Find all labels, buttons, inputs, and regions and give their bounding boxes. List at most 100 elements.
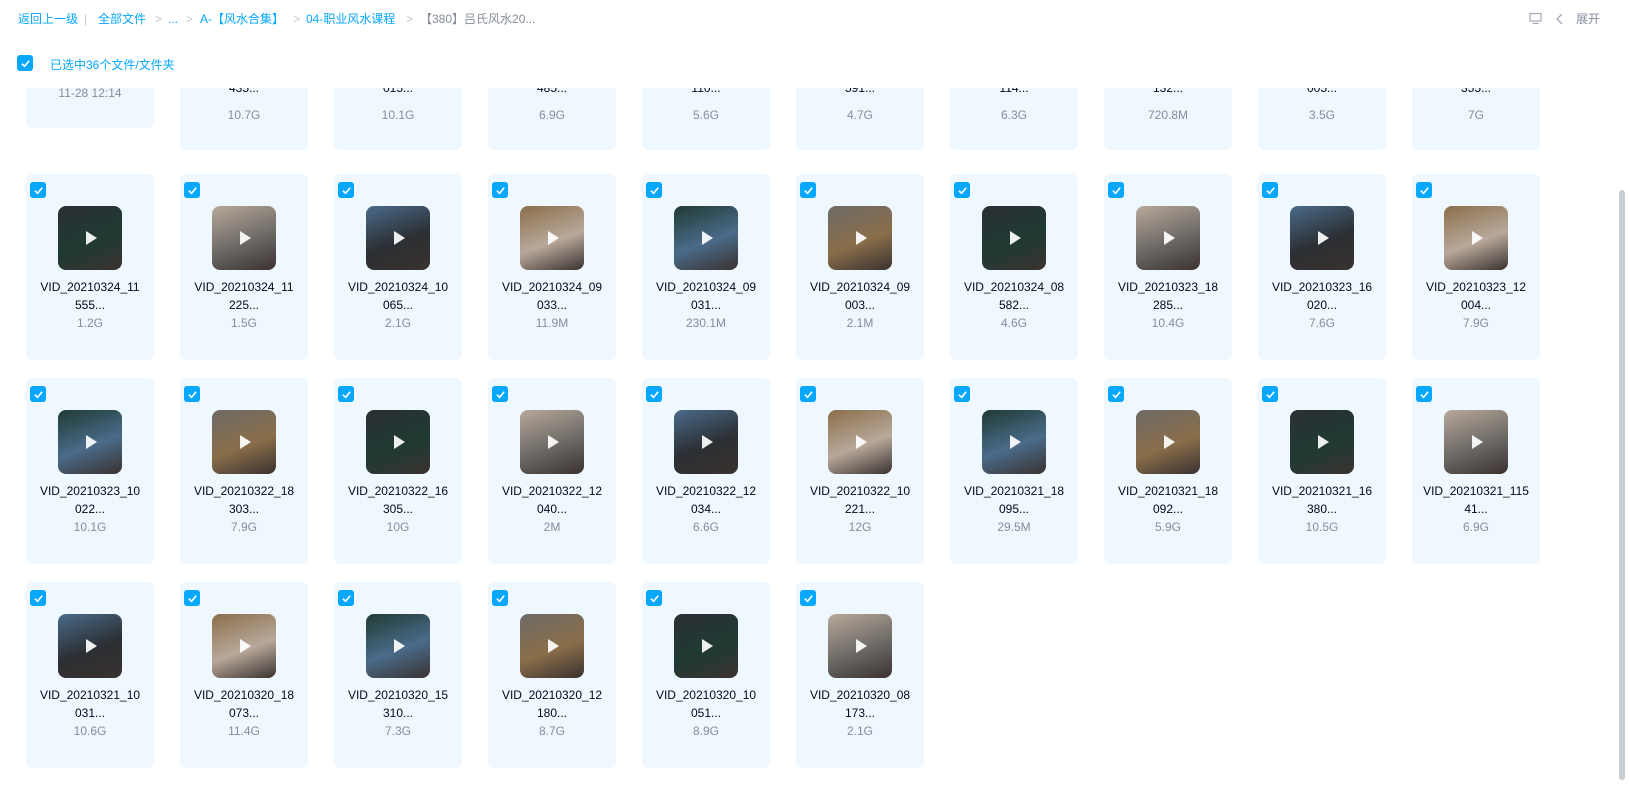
- file-card[interactable]: VID_20210322_12 040... 2M: [488, 378, 616, 564]
- breadcrumb-folder-fengshui[interactable]: A-【风水合集】: [200, 11, 284, 27]
- file-checkbox[interactable]: [184, 590, 200, 606]
- video-thumbnail[interactable]: [212, 410, 276, 474]
- file-card[interactable]: VID_20210323_12 004... 7.9G: [1412, 174, 1540, 360]
- file-card[interactable]: VID_20210324_09 031... 230.1M: [642, 174, 770, 360]
- file-checkbox[interactable]: [492, 182, 508, 198]
- file-card[interactable]: VID_20210321_115 41... 6.9G: [1412, 378, 1540, 564]
- file-card[interactable]: VID_20210320_12 180... 8.7G: [488, 582, 616, 768]
- file-card[interactable]: VID_20210322_12 034... 6.6G: [642, 378, 770, 564]
- file-card[interactable]: VID_20210324_11 555... 1.2G: [26, 174, 154, 360]
- file-checkbox[interactable]: [30, 590, 46, 606]
- file-checkbox[interactable]: [492, 386, 508, 402]
- file-card[interactable]: VID_20210322_16 305... 10G: [334, 378, 462, 564]
- video-thumbnail[interactable]: [366, 614, 430, 678]
- file-checkbox[interactable]: [492, 590, 508, 606]
- breadcrumb-all-files[interactable]: 全部文件: [98, 11, 146, 27]
- file-card[interactable]: VID_20210324_09 033... 11.9M: [488, 174, 616, 360]
- file-card[interactable]: VID_20210321_10 031... 10.6G: [26, 582, 154, 768]
- file-checkbox[interactable]: [338, 182, 354, 198]
- file-card[interactable]: VID_20210320_08 173... 2.1G: [796, 582, 924, 768]
- file-checkbox[interactable]: [1416, 182, 1432, 198]
- file-card[interactable]: VID_20210324_10 065... 2.1G: [334, 174, 462, 360]
- file-card[interactable]: VID_20210324_09 003... 2.1M: [796, 174, 924, 360]
- file-checkbox[interactable]: [646, 182, 662, 198]
- video-thumbnail[interactable]: [58, 614, 122, 678]
- file-card[interactable]: 114... 6.3G: [950, 88, 1078, 150]
- video-thumbnail[interactable]: [520, 206, 584, 270]
- file-card[interactable]: 355... 7G: [1412, 88, 1540, 150]
- video-thumbnail[interactable]: [366, 410, 430, 474]
- file-card[interactable]: 132... 720.8M: [1104, 88, 1232, 150]
- video-thumbnail[interactable]: [674, 614, 738, 678]
- video-thumbnail[interactable]: [1444, 410, 1508, 474]
- file-checkbox[interactable]: [30, 182, 46, 198]
- file-card[interactable]: VID_20210322_10 221... 12G: [796, 378, 924, 564]
- video-thumbnail[interactable]: [1136, 410, 1200, 474]
- video-thumbnail[interactable]: [982, 206, 1046, 270]
- video-thumbnail[interactable]: [212, 206, 276, 270]
- file-checkbox[interactable]: [800, 386, 816, 402]
- selection-bar: 已选中36个文件/文件夹: [0, 50, 1630, 78]
- video-thumbnail[interactable]: [520, 410, 584, 474]
- video-thumbnail[interactable]: [828, 410, 892, 474]
- select-all-checkbox[interactable]: [17, 55, 33, 71]
- expand-button[interactable]: 展开: [1576, 10, 1600, 27]
- video-thumbnail[interactable]: [366, 206, 430, 270]
- file-checkbox[interactable]: [800, 182, 816, 198]
- video-thumbnail[interactable]: [520, 614, 584, 678]
- file-checkbox[interactable]: [338, 386, 354, 402]
- file-card[interactable]: 485... 6.9G: [488, 88, 616, 150]
- video-thumbnail[interactable]: [1290, 410, 1354, 474]
- file-card[interactable]: 11-28 12:14: [26, 88, 154, 128]
- file-card[interactable]: 005... 3.5G: [1258, 88, 1386, 150]
- video-thumbnail[interactable]: [982, 410, 1046, 474]
- file-checkbox[interactable]: [1108, 182, 1124, 198]
- file-card[interactable]: VID_20210321_16 380... 10.5G: [1258, 378, 1386, 564]
- video-thumbnail[interactable]: [1290, 206, 1354, 270]
- back-link[interactable]: 返回上一级: [18, 11, 78, 27]
- file-card[interactable]: VID_20210322_18 303... 7.9G: [180, 378, 308, 564]
- video-thumbnail[interactable]: [212, 614, 276, 678]
- file-checkbox[interactable]: [30, 386, 46, 402]
- file-card[interactable]: VID_20210323_16 020... 7.6G: [1258, 174, 1386, 360]
- file-checkbox[interactable]: [954, 182, 970, 198]
- file-card[interactable]: VID_20210321_18 092... 5.9G: [1104, 378, 1232, 564]
- video-thumbnail[interactable]: [1444, 206, 1508, 270]
- video-thumbnail[interactable]: [828, 614, 892, 678]
- file-card[interactable]: 435... 10.7G: [180, 88, 308, 150]
- file-card[interactable]: VID_20210323_18 285... 10.4G: [1104, 174, 1232, 360]
- video-thumbnail[interactable]: [674, 410, 738, 474]
- video-thumbnail[interactable]: [58, 410, 122, 474]
- file-checkbox[interactable]: [1416, 386, 1432, 402]
- breadcrumb-ellipsis[interactable]: ...: [168, 11, 178, 27]
- chevron-right-icon: >: [406, 12, 414, 26]
- video-thumbnail[interactable]: [828, 206, 892, 270]
- file-checkbox[interactable]: [646, 386, 662, 402]
- file-checkbox[interactable]: [954, 386, 970, 402]
- file-card[interactable]: 110... 5.6G: [642, 88, 770, 150]
- file-checkbox[interactable]: [800, 590, 816, 606]
- file-card[interactable]: VID_20210324_11 225... 1.5G: [180, 174, 308, 360]
- file-card[interactable]: VID_20210323_10 022... 10.1G: [26, 378, 154, 564]
- file-card[interactable]: 591... 4.7G: [796, 88, 924, 150]
- file-card[interactable]: VID_20210320_10 051... 8.9G: [642, 582, 770, 768]
- file-checkbox[interactable]: [338, 590, 354, 606]
- file-card[interactable]: VID_20210320_18 073... 11.4G: [180, 582, 308, 768]
- file-checkbox[interactable]: [184, 182, 200, 198]
- file-checkbox[interactable]: [1262, 182, 1278, 198]
- file-card[interactable]: VID_20210324_08 582... 4.6G: [950, 174, 1078, 360]
- vertical-scrollbar[interactable]: [1619, 190, 1625, 780]
- file-checkbox[interactable]: [646, 590, 662, 606]
- file-card[interactable]: VID_20210320_15 310... 7.3G: [334, 582, 462, 768]
- breadcrumb-folder-course[interactable]: 04-职业风水课程: [306, 11, 395, 27]
- chevron-left-icon[interactable]: [1552, 11, 1568, 27]
- file-card[interactable]: VID_20210321_18 095... 29.5M: [950, 378, 1078, 564]
- monitor-icon[interactable]: [1528, 11, 1544, 27]
- file-checkbox[interactable]: [184, 386, 200, 402]
- video-thumbnail[interactable]: [58, 206, 122, 270]
- file-card[interactable]: 015... 10.1G: [334, 88, 462, 150]
- file-checkbox[interactable]: [1108, 386, 1124, 402]
- video-thumbnail[interactable]: [674, 206, 738, 270]
- video-thumbnail[interactable]: [1136, 206, 1200, 270]
- file-checkbox[interactable]: [1262, 386, 1278, 402]
